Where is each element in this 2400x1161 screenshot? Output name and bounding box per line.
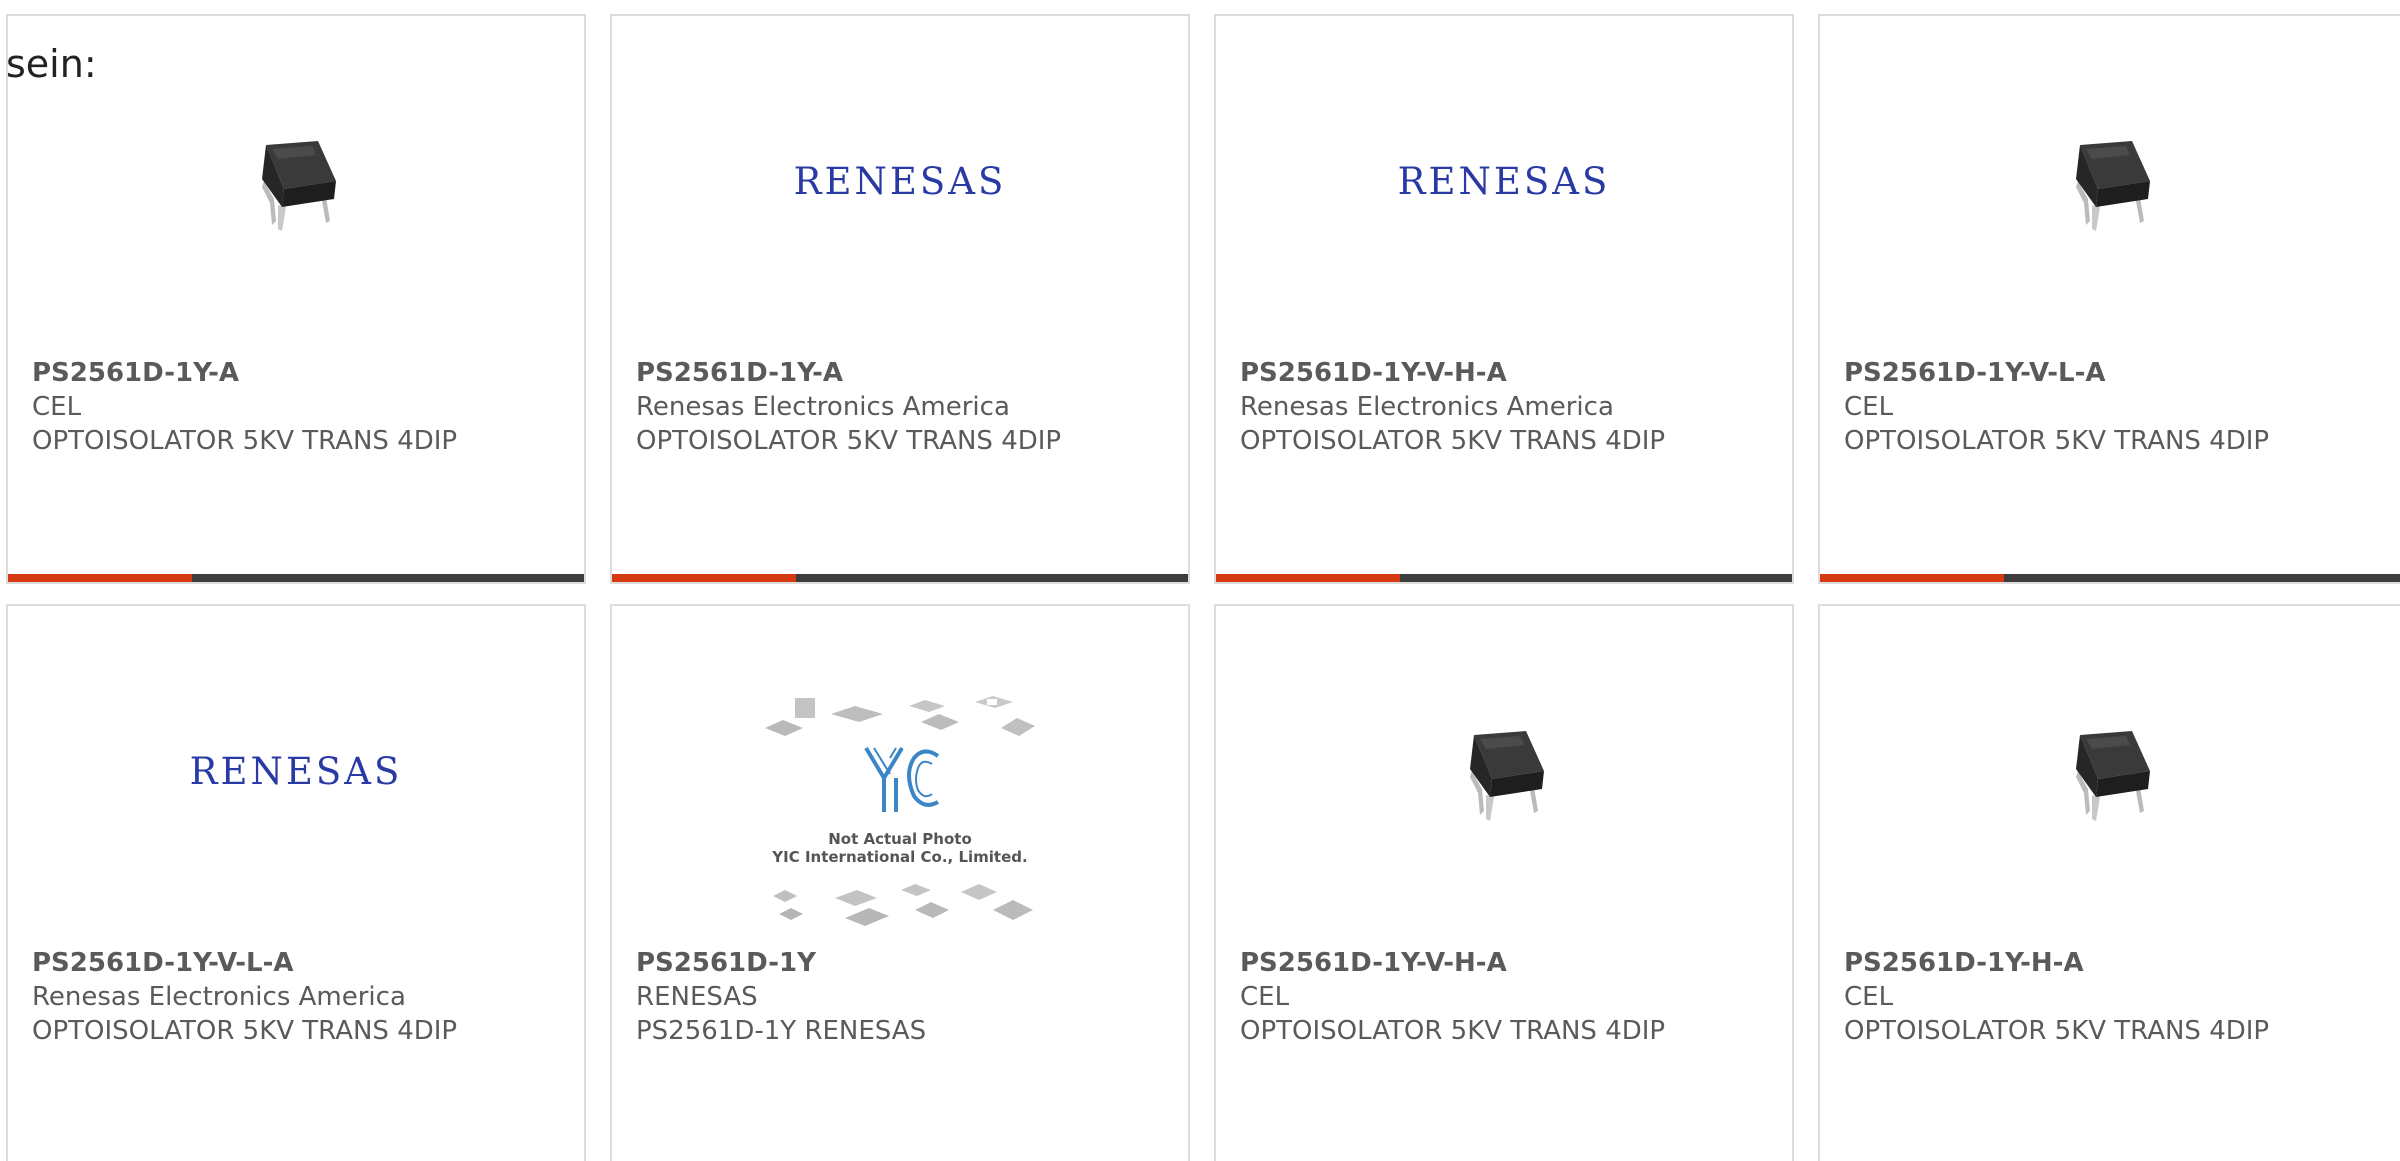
- description-text: OPTOISOLATOR 5KV TRANS 4DIP: [1240, 1016, 1666, 1046]
- part-number-link[interactable]: PS2561D-1Y-V-L-A: [32, 946, 572, 980]
- manufacturer-text: CEL: [1844, 982, 1894, 1012]
- card-bottom-bar: [612, 574, 1188, 582]
- description-text: OPTOISOLATOR 5KV TRANS 4DIP: [1240, 426, 1666, 456]
- part-number-link[interactable]: PS2561D-1Y-H-A: [1844, 946, 2388, 980]
- card-accent-bar: [8, 574, 193, 582]
- product-grid-page: PS2561D-1Y-A CEL OPTOISOLATOR 5KV TRANS …: [0, 0, 2400, 1161]
- yic-logo-icon: [864, 746, 940, 812]
- product-card[interactable]: RENESAS PS2561D-1Y-V-L-A Renesas Electro…: [6, 604, 586, 1161]
- product-image[interactable]: Not Actual Photo YIC International Co., …: [612, 694, 1188, 934]
- description-text: OPTOISOLATOR 5KV TRANS 4DIP: [32, 1016, 458, 1046]
- product-image[interactable]: RENESAS: [612, 106, 1188, 256]
- product-card[interactable]: PS2561D-1Y-H-A CEL OPTOISOLATOR 5KV TRAN…: [1818, 604, 2400, 1161]
- manufacturer-text: CEL: [1240, 982, 1290, 1012]
- part-number-link[interactable]: PS2561D-1Y-V-L-A: [1844, 356, 2388, 390]
- part-number-link[interactable]: PS2561D-1Y-V-H-A: [1240, 356, 1780, 390]
- product-image[interactable]: RENESAS: [8, 696, 584, 846]
- manufacturer-text: RENESAS: [636, 982, 758, 1012]
- renesas-logo-icon: RENESAS: [1397, 159, 1611, 203]
- optocoupler-photo-icon: [1470, 731, 1544, 821]
- yic-note-line1: Not Actual Photo: [828, 830, 972, 848]
- renesas-logo-icon: RENESAS: [793, 159, 1007, 203]
- card-bottom-bar: [1820, 574, 2400, 582]
- product-card[interactable]: PS2561D-1Y-A CEL OPTOISOLATOR 5KV TRANS …: [6, 14, 586, 584]
- part-number-link[interactable]: PS2561D-1Y: [636, 946, 1176, 980]
- card-bottom-bar: [8, 574, 584, 582]
- optocoupler-photo-icon: [262, 141, 336, 231]
- description-text: OPTOISOLATOR 5KV TRANS 4DIP: [32, 426, 458, 456]
- manufacturer-text: Renesas Electronics America: [636, 392, 1010, 422]
- card-accent-bar: [1820, 574, 2005, 582]
- product-image[interactable]: [1216, 696, 1792, 846]
- manufacturer-text: CEL: [32, 392, 82, 422]
- description-text: OPTOISOLATOR 5KV TRANS 4DIP: [636, 426, 1062, 456]
- manufacturer-text: Renesas Electronics America: [1240, 392, 1614, 422]
- yic-placeholder-image: Not Actual Photo YIC International Co., …: [765, 694, 1035, 934]
- product-card[interactable]: PS2561D-1Y-V-H-A CEL OPTOISOLATOR 5KV TR…: [1214, 604, 1794, 1161]
- card-accent-bar: [1216, 574, 1401, 582]
- product-image[interactable]: [1820, 696, 2400, 846]
- card-accent-bar: [612, 574, 797, 582]
- product-card[interactable]: RENESAS PS2561D-1Y-A Renesas Electronics…: [610, 14, 1190, 584]
- product-card[interactable]: RENESAS PS2561D-1Y-V-H-A Renesas Electro…: [1214, 14, 1794, 584]
- description-text: OPTOISOLATOR 5KV TRANS 4DIP: [1844, 1016, 2270, 1046]
- card-bottom-bar: [1216, 574, 1792, 582]
- product-image[interactable]: [8, 106, 584, 256]
- part-number-link[interactable]: PS2561D-1Y-V-H-A: [1240, 946, 1780, 980]
- intro-text: sein:: [6, 42, 97, 86]
- product-image[interactable]: RENESAS: [1216, 106, 1792, 256]
- chip-cluster-bottom-icon: [773, 884, 1033, 926]
- manufacturer-text: Renesas Electronics America: [32, 982, 406, 1012]
- product-card[interactable]: PS2561D-1Y-V-L-A CEL OPTOISOLATOR 5KV TR…: [1818, 14, 2400, 584]
- part-number-link[interactable]: PS2561D-1Y-A: [32, 356, 572, 390]
- description-text: PS2561D-1Y RENESAS: [636, 1016, 927, 1046]
- optocoupler-photo-icon: [2076, 141, 2150, 231]
- product-image[interactable]: [1820, 106, 2400, 256]
- yic-note-line2: YIC International Co., Limited.: [772, 848, 1028, 866]
- renesas-logo-icon: RENESAS: [189, 749, 403, 793]
- part-number-link[interactable]: PS2561D-1Y-A: [636, 356, 1176, 390]
- optocoupler-photo-icon: [2076, 731, 2150, 821]
- product-card[interactable]: Not Actual Photo YIC International Co., …: [610, 604, 1190, 1161]
- manufacturer-text: CEL: [1844, 392, 1894, 422]
- description-text: OPTOISOLATOR 5KV TRANS 4DIP: [1844, 426, 2270, 456]
